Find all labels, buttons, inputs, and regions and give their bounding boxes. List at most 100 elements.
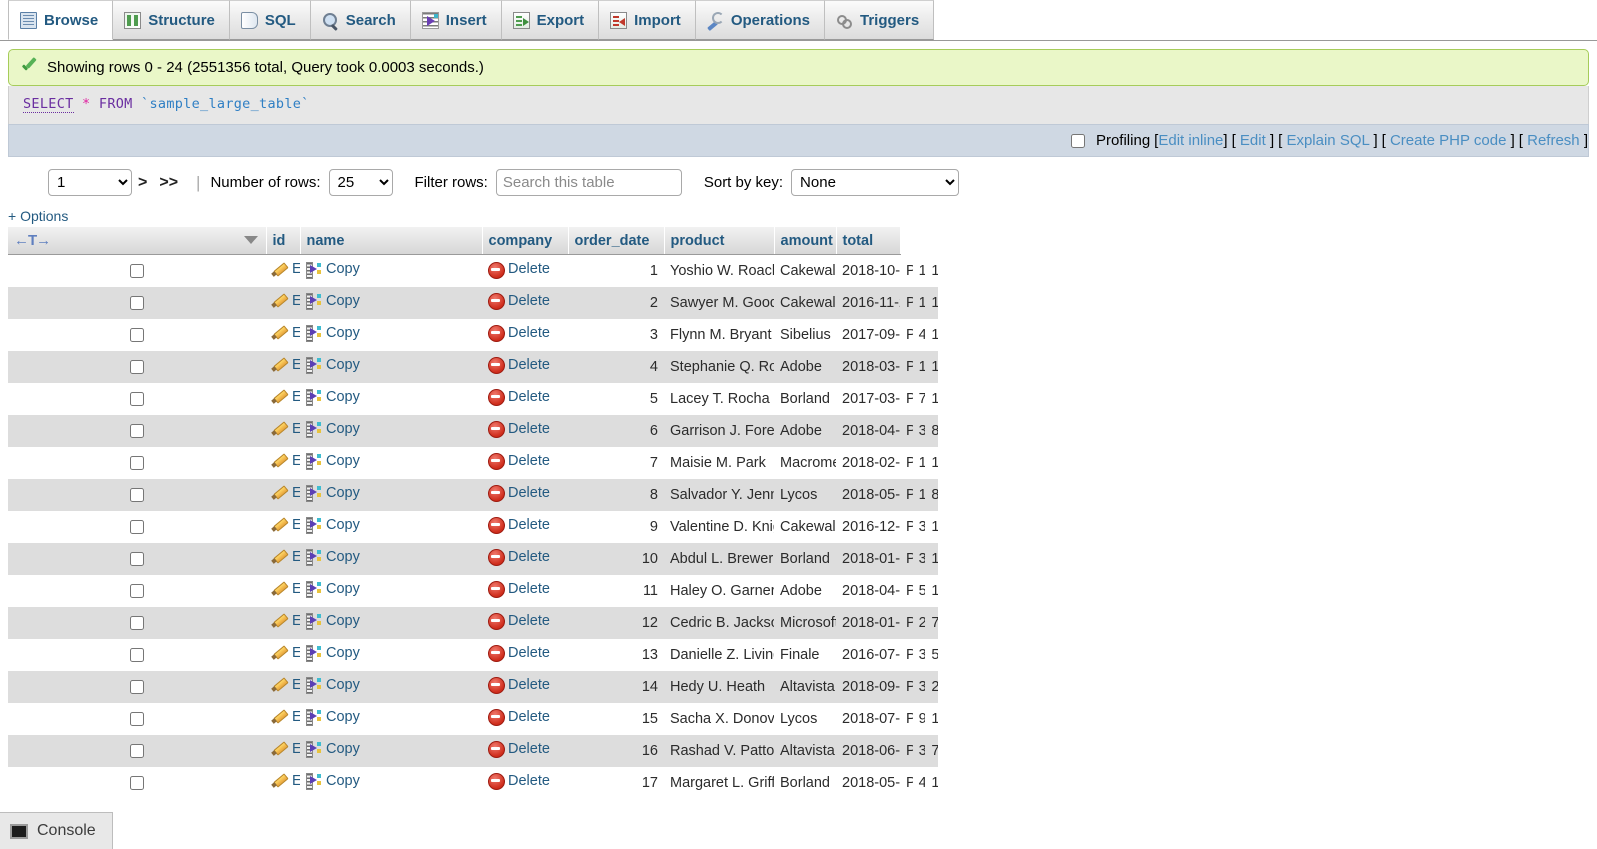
cell-company[interactable]: Cakewalk: [774, 255, 836, 287]
number-of-rows-select[interactable]: 2550100250500: [329, 169, 393, 196]
cell-company[interactable]: Borland: [774, 383, 836, 415]
delete-button[interactable]: Delete: [488, 517, 550, 533]
cell-company[interactable]: Cakewalk: [774, 287, 836, 319]
cell-amount[interactable]: 3: [913, 639, 926, 671]
filter-rows-input[interactable]: [496, 169, 682, 196]
delete-button[interactable]: Delete: [488, 677, 550, 693]
row-select-cell[interactable]: [8, 543, 266, 575]
row-select-cell[interactable]: [8, 703, 266, 735]
row-select-cell[interactable]: [8, 287, 266, 319]
delete-button[interactable]: Delete: [488, 773, 550, 789]
copy-button[interactable]: Copy: [306, 357, 360, 373]
cell-company[interactable]: Lycos: [774, 703, 836, 735]
cell-amount[interactable]: 1: [913, 479, 926, 511]
cell-amount[interactable]: 3: [913, 735, 926, 767]
row-select-cell[interactable]: [8, 479, 266, 511]
cell-order-date[interactable]: 2018-06-25: [836, 735, 900, 767]
copy-button[interactable]: Copy: [306, 677, 360, 693]
row-select-cell[interactable]: [8, 767, 266, 799]
edit-button[interactable]: Edit: [272, 261, 300, 277]
row-select-checkbox[interactable]: [130, 264, 144, 278]
row-select-checkbox[interactable]: [130, 488, 144, 502]
row-select-checkbox[interactable]: [130, 296, 144, 310]
copy-button[interactable]: Copy: [306, 645, 360, 661]
row-select-checkbox[interactable]: [130, 744, 144, 758]
cell-total[interactable]: 1028: [925, 511, 938, 543]
copy-cell[interactable]: Copy: [300, 543, 482, 575]
delete-button[interactable]: Delete: [488, 357, 550, 373]
page-number-select[interactable]: 1: [48, 169, 132, 196]
cell-id[interactable]: 6: [568, 415, 664, 447]
delete-button[interactable]: Delete: [488, 325, 550, 341]
copy-cell[interactable]: Copy: [300, 255, 482, 287]
row-select-cell[interactable]: [8, 447, 266, 479]
cell-id[interactable]: 13: [568, 639, 664, 671]
edit-button[interactable]: Edit: [272, 293, 300, 309]
cell-amount[interactable]: 4: [913, 319, 926, 351]
cell-id[interactable]: 4: [568, 351, 664, 383]
cell-name[interactable]: Sawyer M. Good: [664, 287, 774, 319]
cell-name[interactable]: Flynn M. Bryant: [664, 319, 774, 351]
tab-import[interactable]: Import: [598, 0, 696, 40]
cell-order-date[interactable]: 2018-04-10: [836, 575, 900, 607]
row-select-checkbox[interactable]: [130, 680, 144, 694]
delete-cell[interactable]: Delete: [482, 639, 568, 671]
cell-id[interactable]: 9: [568, 511, 664, 543]
row-select-cell[interactable]: [8, 639, 266, 671]
cell-id[interactable]: 14: [568, 671, 664, 703]
cell-company[interactable]: Macromedia: [774, 447, 836, 479]
copy-cell[interactable]: Copy: [300, 703, 482, 735]
cell-order-date[interactable]: 2018-07-28: [836, 703, 900, 735]
table-row[interactable]: EditCopyDelete7Maisie M. ParkMacromedia2…: [8, 447, 938, 479]
table-row[interactable]: EditCopyDelete17Margaret L. GriffinBorla…: [8, 767, 938, 799]
copy-cell[interactable]: Copy: [300, 319, 482, 351]
tab-browse[interactable]: Browse: [8, 0, 113, 40]
cell-name[interactable]: Maisie M. Park: [664, 447, 774, 479]
column-header-product[interactable]: product: [664, 227, 774, 255]
edit-cell[interactable]: Edit: [266, 447, 300, 479]
edit-cell[interactable]: Edit: [266, 607, 300, 639]
cell-name[interactable]: Lacey T. Rocha: [664, 383, 774, 415]
delete-cell[interactable]: Delete: [482, 415, 568, 447]
delete-cell[interactable]: Delete: [482, 287, 568, 319]
edit-button[interactable]: Edit: [272, 645, 300, 661]
tab-export[interactable]: Export: [501, 0, 600, 40]
copy-button[interactable]: Copy: [306, 421, 360, 437]
copy-button[interactable]: Copy: [306, 517, 360, 533]
tab-triggers[interactable]: Triggers: [824, 0, 934, 40]
cell-order-date[interactable]: 2018-05-01: [836, 479, 900, 511]
row-select-checkbox[interactable]: [130, 776, 144, 790]
row-select-cell[interactable]: [8, 575, 266, 607]
cell-id[interactable]: 1: [568, 255, 664, 287]
cell-total[interactable]: 1100: [925, 543, 938, 575]
cell-product[interactable]: Product Four: [900, 671, 913, 703]
column-header-id[interactable]: id: [266, 227, 300, 255]
cell-order-date[interactable]: 2018-05-11: [836, 767, 900, 799]
cell-id[interactable]: 15: [568, 703, 664, 735]
row-select-checkbox[interactable]: [130, 520, 144, 534]
cell-product[interactable]: Product Three: [900, 351, 913, 383]
cell-company[interactable]: Lycos: [774, 479, 836, 511]
cell-name[interactable]: Rashad V. Patton: [664, 735, 774, 767]
cell-total[interactable]: 1333: [925, 703, 938, 735]
edit-cell[interactable]: Edit: [266, 319, 300, 351]
cell-company[interactable]: Adobe: [774, 415, 836, 447]
cell-name[interactable]: Stephanie Q. Robles: [664, 351, 774, 383]
action-link-edit[interactable]: Edit: [1240, 132, 1266, 149]
cell-name[interactable]: Salvador Y. Jennings: [664, 479, 774, 511]
action-link-edit-inline[interactable]: Edit inline: [1158, 132, 1223, 149]
edit-button[interactable]: Edit: [272, 421, 300, 437]
row-select-checkbox[interactable]: [130, 456, 144, 470]
delete-cell[interactable]: Delete: [482, 703, 568, 735]
cell-order-date[interactable]: 2018-02-21: [836, 447, 900, 479]
copy-button[interactable]: Copy: [306, 453, 360, 469]
table-row[interactable]: EditCopyDelete2Sawyer M. GoodCakewalk201…: [8, 287, 938, 319]
cell-order-date[interactable]: 2018-01-17: [836, 607, 900, 639]
row-select-cell[interactable]: [8, 607, 266, 639]
cell-order-date[interactable]: 2018-09-03: [836, 671, 900, 703]
edit-cell[interactable]: Edit: [266, 255, 300, 287]
cell-product[interactable]: Product Five: [900, 639, 913, 671]
edit-cell[interactable]: Edit: [266, 703, 300, 735]
table-row[interactable]: EditCopyDelete15Sacha X. DonovanLycos201…: [8, 703, 938, 735]
cell-company[interactable]: Borland: [774, 767, 836, 799]
